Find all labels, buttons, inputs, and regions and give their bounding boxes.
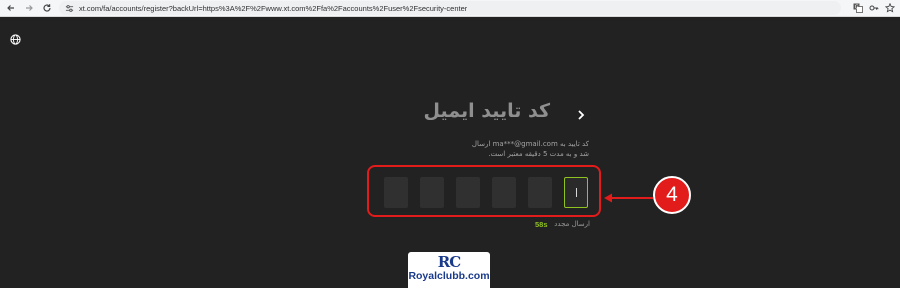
chevron-right-icon	[578, 110, 585, 120]
page-title: کد تایید ایمیل	[423, 100, 551, 122]
back-chevron-button[interactable]	[575, 109, 587, 121]
logo-domain: Royalclubb.com	[408, 270, 490, 282]
address-bar[interactable]: xt.com/fa/accounts/register?backUrl=http…	[59, 1, 841, 15]
watermark-logo: RC Royalclubb.com	[408, 252, 490, 288]
tune-icon[interactable]	[65, 4, 74, 13]
annotation-step-badge: 4	[653, 176, 691, 214]
password-button[interactable]	[867, 1, 881, 15]
back-button[interactable]	[4, 1, 18, 15]
annotation-arrow	[604, 193, 653, 203]
star-icon	[885, 3, 895, 13]
browser-toolbar: xt.com/fa/accounts/register?backUrl=http…	[0, 0, 900, 17]
key-icon	[869, 5, 879, 11]
forward-button[interactable]	[22, 1, 36, 15]
logo-mark: RC	[437, 253, 461, 271]
annotation-highlight-box	[367, 165, 601, 217]
translate-button[interactable]: G	[851, 1, 865, 15]
bookmark-button[interactable]	[883, 1, 897, 15]
reload-button[interactable]	[40, 1, 54, 15]
arrow-right-icon	[26, 5, 33, 11]
resend-timer: 58s	[535, 220, 548, 229]
svg-text:G: G	[855, 5, 859, 11]
url-text: xt.com/fa/accounts/register?backUrl=http…	[79, 3, 468, 13]
reload-icon	[43, 4, 51, 12]
arrow-left-icon	[7, 5, 14, 11]
translate-icon: G	[853, 3, 863, 13]
globe-icon[interactable]	[10, 30, 21, 45]
verification-description: کد تایید به ma***@gmail.com ارسال شد و ب…	[471, 140, 589, 158]
